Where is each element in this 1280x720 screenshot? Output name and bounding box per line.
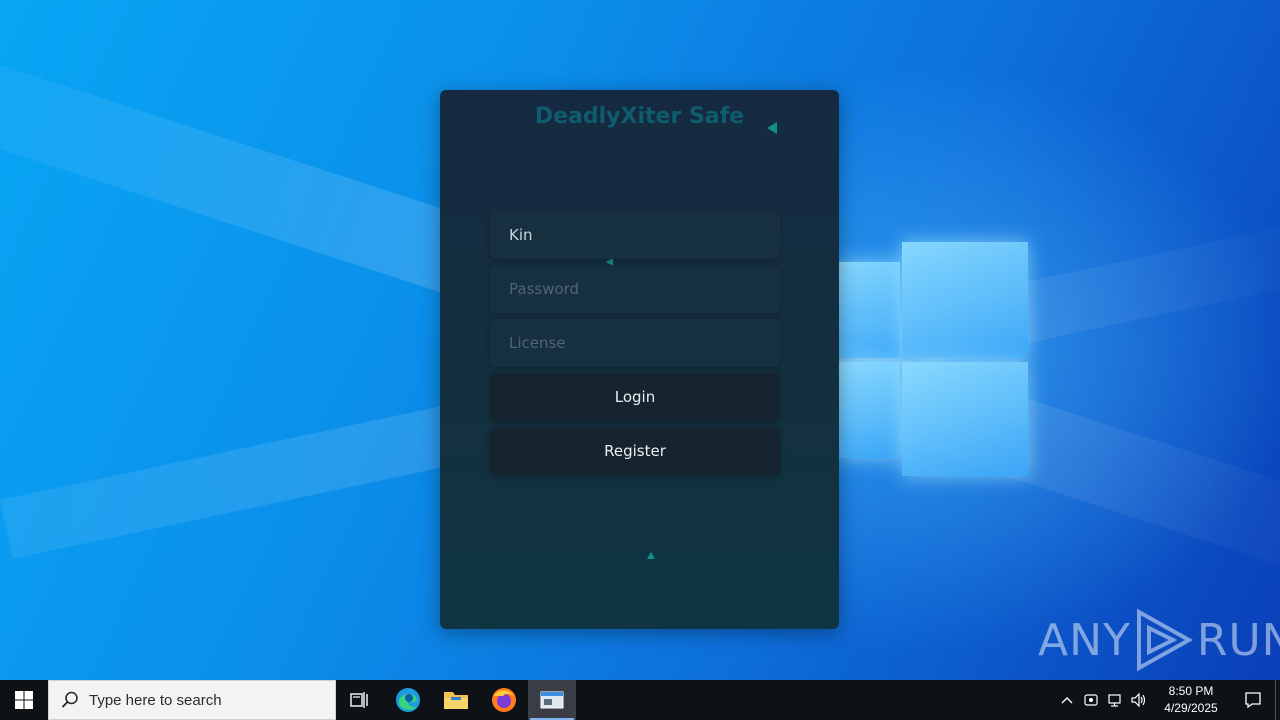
taskbar-clock[interactable]: 8:50 PM 4/29/2025 bbox=[1155, 683, 1227, 717]
meet-now-button[interactable] bbox=[1079, 680, 1103, 720]
file-explorer-taskbar-button[interactable] bbox=[432, 680, 480, 720]
task-view-button[interactable] bbox=[336, 680, 384, 720]
license-field[interactable] bbox=[490, 319, 780, 367]
start-button[interactable] bbox=[0, 680, 48, 720]
clock-time: 8:50 PM bbox=[1168, 684, 1214, 698]
license-input[interactable] bbox=[509, 334, 759, 352]
search-input[interactable] bbox=[89, 691, 329, 709]
firefox-taskbar-button[interactable] bbox=[480, 680, 528, 720]
windows-start-icon bbox=[15, 691, 33, 709]
username-field[interactable] bbox=[490, 211, 780, 259]
meet-now-icon bbox=[1084, 694, 1098, 706]
network-button[interactable] bbox=[1103, 680, 1127, 720]
action-center-button[interactable] bbox=[1231, 680, 1275, 720]
clock-date: 4/29/2025 bbox=[1164, 701, 1218, 715]
anyrun-watermark: ANY RUN bbox=[1038, 608, 1280, 672]
volume-icon bbox=[1131, 692, 1146, 708]
taskbar-search-box[interactable] bbox=[48, 680, 336, 720]
show-desktop-button[interactable] bbox=[1275, 680, 1280, 720]
chevron-up-icon bbox=[1061, 697, 1073, 704]
search-icon bbox=[61, 691, 78, 708]
volume-button[interactable] bbox=[1127, 680, 1151, 720]
watermark-right-text: RUN bbox=[1196, 614, 1280, 666]
username-input[interactable] bbox=[509, 226, 759, 244]
notification-icon bbox=[1245, 692, 1261, 709]
edge-taskbar-button[interactable] bbox=[384, 680, 432, 720]
password-input[interactable] bbox=[509, 280, 759, 298]
register-button[interactable]: Register bbox=[490, 427, 780, 475]
watermark-left-text: ANY bbox=[1038, 614, 1131, 666]
edge-icon bbox=[396, 688, 420, 712]
show-hidden-icons-button[interactable] bbox=[1055, 680, 1079, 720]
particle-icon bbox=[647, 552, 655, 559]
windows-logo-wallpaper bbox=[820, 240, 1030, 480]
app-window-icon bbox=[540, 691, 564, 709]
login-window: DeadlyXiter Safe Login Register bbox=[440, 90, 839, 629]
active-app-taskbar-button[interactable] bbox=[528, 680, 576, 720]
particle-icon bbox=[767, 122, 777, 134]
taskbar: 8:50 PM 4/29/2025 bbox=[0, 680, 1280, 720]
task-view-icon bbox=[350, 692, 368, 708]
play-logo-icon bbox=[1136, 608, 1193, 672]
firefox-icon bbox=[492, 688, 516, 712]
system-tray: 8:50 PM 4/29/2025 bbox=[1055, 680, 1280, 720]
app-title: DeadlyXiter Safe bbox=[534, 104, 745, 129]
network-icon bbox=[1108, 694, 1121, 707]
password-field[interactable] bbox=[490, 265, 780, 313]
login-button[interactable]: Login bbox=[490, 373, 780, 421]
file-explorer-icon bbox=[444, 692, 468, 709]
